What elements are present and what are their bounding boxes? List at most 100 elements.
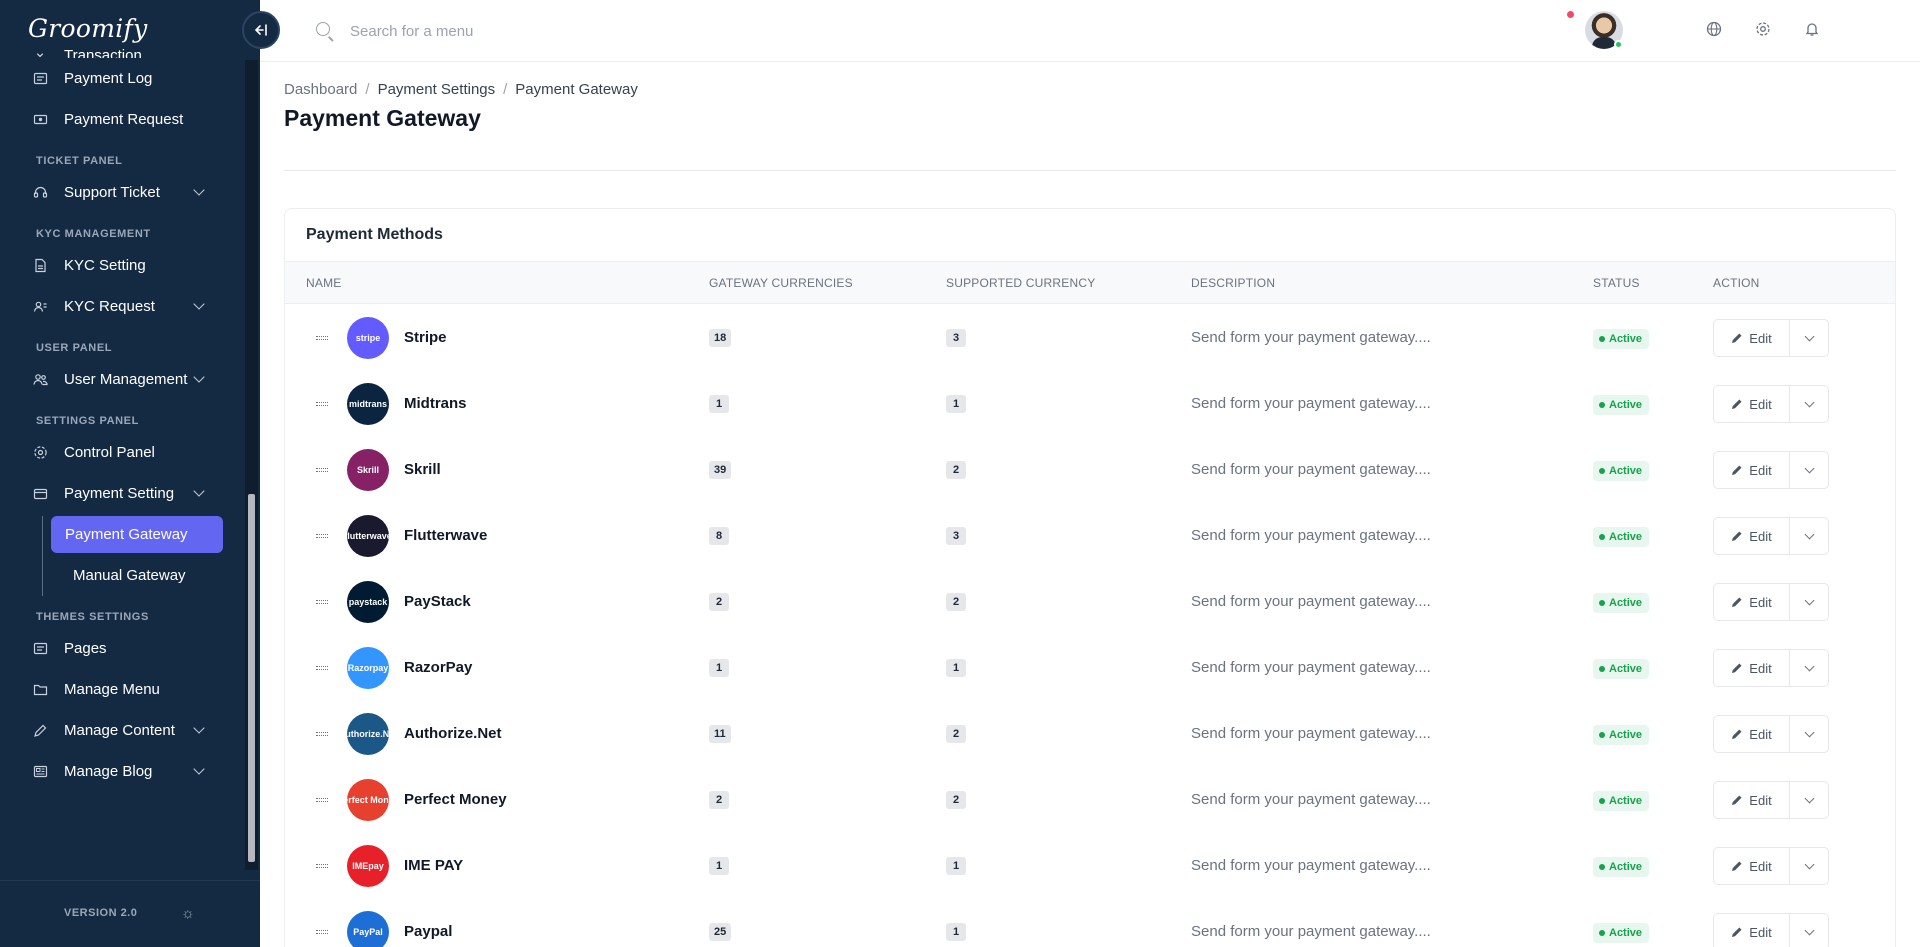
edit-button[interactable]: Edit [1714,386,1790,422]
supported-currency-count: 2 [946,791,966,809]
sidebar-item-payment-request[interactable]: Payment Request [0,99,245,140]
sidebar-subitem-manual-gateway[interactable]: Manual Gateway [51,555,245,596]
sidebar-item-pages[interactable]: Pages [0,628,245,669]
status-badge: Active [1593,329,1650,349]
edit-button[interactable]: Edit [1714,452,1790,488]
breadcrumb-payment-settings[interactable]: Payment Settings [378,81,496,98]
action-button-group: Edit [1713,781,1829,819]
drag-handle-icon[interactable] [316,534,328,538]
pencil-icon [1731,926,1743,938]
sidebar-item-kyc-setting[interactable]: KYC Setting [0,245,245,286]
edit-button[interactable]: Edit [1714,584,1790,620]
sidebar-item-manage-menu[interactable]: Manage Menu [0,669,245,710]
sidebar-subitem-payment-gateway[interactable]: Payment Gateway [51,516,223,553]
sidebar-item-transaction[interactable]: ⌄ Transaction [0,38,245,58]
sidebar-item-label: Control Panel [64,444,155,461]
edit-button[interactable]: Edit [1714,782,1790,818]
drag-handle-icon[interactable] [316,468,328,472]
gear-icon[interactable] [1754,20,1772,38]
supported-currency-count: 2 [946,461,966,479]
sidebar-item-support-ticket[interactable]: Support Ticket [0,172,245,213]
breadcrumb: Dashboard / Payment Settings / Payment G… [284,81,638,98]
globe-icon[interactable] [1705,20,1723,38]
supported-currency-count: 1 [946,923,966,941]
more-actions-dropdown[interactable] [1790,452,1828,488]
pencil-icon [1731,728,1743,740]
gateway-logo-text: PayPal [353,927,383,937]
more-actions-dropdown[interactable] [1790,716,1828,752]
edit-button-label: Edit [1749,396,1772,412]
gateway-logo-text: midtrans [348,399,387,409]
drag-handle-icon[interactable] [316,732,328,736]
theme-toggle-sun-icon[interactable]: ☼ [181,905,195,922]
edit-button[interactable]: Edit [1714,518,1790,554]
edit-button[interactable]: Edit [1714,650,1790,686]
breadcrumb-dashboard[interactable]: Dashboard [284,81,357,98]
more-actions-dropdown[interactable] [1790,848,1828,884]
drag-handle-icon[interactable] [316,864,328,868]
more-actions-dropdown[interactable] [1790,518,1828,554]
status-badge: Active [1593,923,1650,943]
more-actions-dropdown[interactable] [1790,914,1828,947]
sidebar-scrollbar[interactable] [248,494,255,862]
column-header-description: DESCRIPTION [1191,276,1276,290]
sidebar-item-user-management[interactable]: User Management [0,359,245,400]
gateway-name: Authorize.Net [404,725,502,742]
search-input[interactable] [350,18,750,44]
sidebar-item-label: Payment Log [64,70,153,87]
edit-button[interactable]: Edit [1714,914,1790,947]
gear-icon [32,445,48,461]
chevron-down-icon [193,184,205,196]
gateway-currencies-count: 18 [709,329,732,347]
drag-handle-icon[interactable] [316,402,328,406]
sidebar-item-manage-content[interactable]: Manage Content [0,710,245,751]
gateway-currencies-count: 1 [709,857,729,875]
action-button-group: Edit [1713,847,1829,885]
edit-button-label: Edit [1749,594,1772,610]
supported-currency-count: 1 [946,659,966,677]
table-row: PayPal Paypal 25 1 Send form your payment ga… [285,899,1895,947]
chevron-down-icon [193,763,205,775]
gateway-logo: Skrill [347,449,389,491]
chevron-down-icon: ⌄ [33,44,47,58]
edit-button-label: Edit [1749,924,1772,940]
gateway-logo: flutterwave [347,515,389,557]
bell-icon[interactable] [1803,20,1821,38]
online-status-dot [1614,40,1623,49]
drag-handle-icon[interactable] [316,798,328,802]
table-row: IMEpay IME PAY 1 1 Send form your payment ga… [285,833,1895,899]
gateway-logo-text: Authorize.Net [347,729,389,739]
more-actions-dropdown[interactable] [1790,650,1828,686]
edit-button[interactable]: Edit [1714,320,1790,356]
more-actions-dropdown[interactable] [1790,386,1828,422]
more-actions-dropdown[interactable] [1790,320,1828,356]
sidebar-item-payment-log[interactable]: Payment Log [0,58,245,99]
gateway-logo: stripe [347,317,389,359]
user-card-icon [32,299,48,315]
pencil-icon [1731,860,1743,872]
gateway-logo-text: Razorpay [347,663,389,673]
more-actions-dropdown[interactable] [1790,584,1828,620]
sidebar-item-label: Manage Menu [64,681,160,698]
gateway-logo-text: paystack [348,597,388,607]
edit-button[interactable]: Edit [1714,716,1790,752]
gateway-currencies-count: 2 [709,593,729,611]
drag-handle-icon[interactable] [316,336,328,340]
more-actions-dropdown[interactable] [1790,782,1828,818]
action-button-group: Edit [1713,319,1829,357]
sidebar-item-kyc-request[interactable]: KYC Request [0,286,245,327]
drag-handle-icon[interactable] [316,666,328,670]
sidebar-item-payment-setting[interactable]: Payment Setting [0,473,245,514]
sidebar-item-control-panel[interactable]: Control Panel [0,432,245,473]
drag-handle-icon[interactable] [316,930,328,934]
sidebar-item-label: Manage Blog [64,763,153,780]
sidebar-collapse-button[interactable] [242,11,280,49]
sidebar-item-manage-blog[interactable]: Manage Blog [0,751,245,792]
chevron-down-icon [193,722,205,734]
notification-dot [1567,11,1574,18]
pencil-icon [1731,398,1743,410]
drag-handle-icon[interactable] [316,600,328,604]
edit-button[interactable]: Edit [1714,848,1790,884]
status-badge: Active [1593,659,1650,679]
supported-currency-count: 2 [946,593,966,611]
